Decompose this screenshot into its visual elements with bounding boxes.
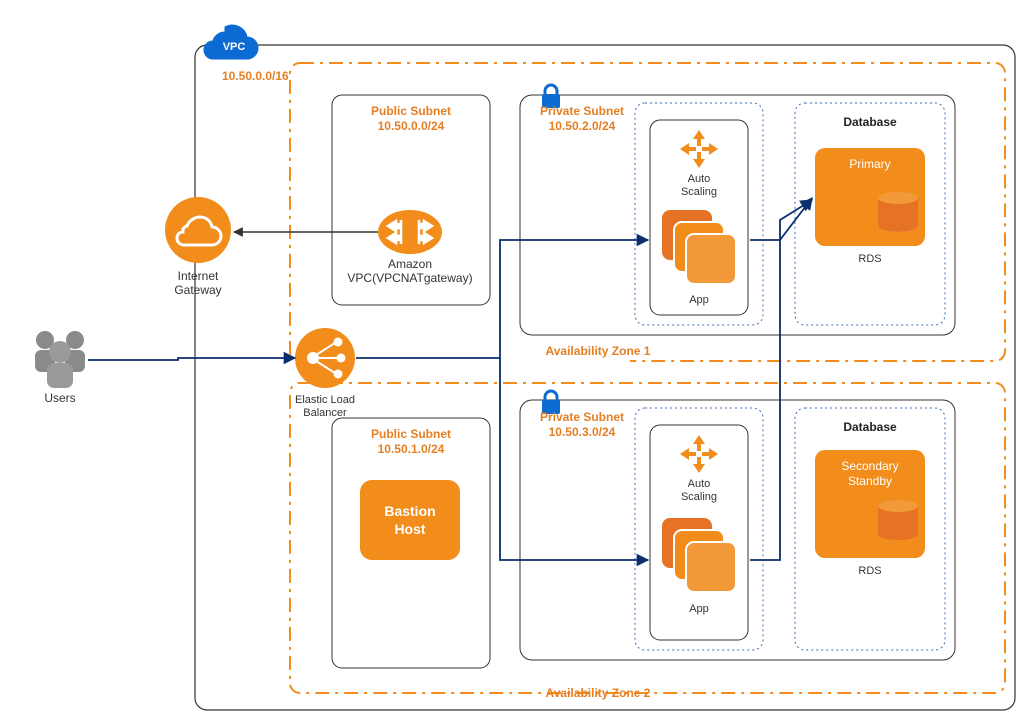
bastion-label1: Bastion <box>384 503 435 519</box>
users-icon: Users <box>35 331 85 405</box>
app-icon-az2 <box>662 518 736 592</box>
private-subnet-az1: Private Subnet 10.50.2.0/24 Auto Scaling… <box>520 85 955 335</box>
elb-label2: Balancer <box>303 407 347 419</box>
public-subnet-az2-cidr: 10.50.1.0/24 <box>378 442 445 456</box>
conn-elb-app2 <box>500 358 648 560</box>
private-subnet-az1-cidr: 10.50.2.0/24 <box>549 119 616 133</box>
conn-app2-rds <box>750 200 812 560</box>
private-subnet-az2: Private Subnet 10.50.3.0/24 Auto Scaling… <box>520 391 955 660</box>
architecture-diagram: VPC 10.50.0.0/16 Availability Zone 1 Ava… <box>0 0 1035 724</box>
database-az2-grouplabel: Database <box>843 420 897 434</box>
nat-gateway-icon: Amazon VPC(VPCNATgateway) <box>347 210 472 285</box>
private-subnet-az2-title: Private Subnet <box>540 410 624 424</box>
auto-scaling-icon-az2 <box>680 435 718 473</box>
public-subnet-az1-cidr: 10.50.0.0/24 <box>378 119 445 133</box>
public-subnet-az2: Public Subnet 10.50.1.0/24 Bastion Host <box>332 418 490 668</box>
igw-label2: Gateway <box>174 283 221 297</box>
auto-scaling-icon-az1 <box>680 130 718 168</box>
az1-label: Availability Zone 1 <box>546 344 651 358</box>
autoscaling-az2-label2: Scaling <box>681 491 717 503</box>
nat-label2: VPC(VPCNATgateway) <box>347 271 472 285</box>
rds-primary: Primary RDS <box>815 148 925 265</box>
bastion-label2: Host <box>394 521 425 537</box>
autoscaling-az1-label1: Auto <box>688 173 711 185</box>
vpc-badge-text: VPC <box>223 41 246 53</box>
app-az2-label: App <box>689 603 709 615</box>
rds-secondary: Secondary Standby RDS <box>815 450 925 577</box>
vpc-badge: VPC <box>204 25 258 59</box>
autoscaling-az1-label2: Scaling <box>681 186 717 198</box>
rds-primary-label: Primary <box>849 157 890 171</box>
rds-secondary-label2: Standby <box>848 474 892 488</box>
users-label: Users <box>44 391 75 405</box>
public-subnet-az1-title: Public Subnet <box>371 104 451 118</box>
public-subnet-az1: Public Subnet 10.50.0.0/24 Amazon VPC(VP… <box>332 95 490 305</box>
elb-icon: Elastic Load Balancer <box>295 328 355 419</box>
rds-primary-rdslabel: RDS <box>858 253 881 265</box>
database-az1-grouplabel: Database <box>843 115 897 129</box>
private-subnet-az1-title: Private Subnet <box>540 104 624 118</box>
az2-label: Availability Zone 2 <box>546 686 651 700</box>
elb-label1: Elastic Load <box>295 394 355 406</box>
vpc-cidr: 10.50.0.0/16 <box>222 69 289 83</box>
internet-gateway-icon: Internet Gateway <box>165 197 231 297</box>
app-icon-az1 <box>662 210 736 284</box>
private-subnet-az2-cidr: 10.50.3.0/24 <box>549 425 616 439</box>
app-az1-label: App <box>689 294 709 306</box>
igw-label1: Internet <box>178 269 219 283</box>
rds-secondary-label1: Secondary <box>841 459 898 473</box>
autoscaling-az2-label1: Auto <box>688 478 711 490</box>
nat-label1: Amazon <box>388 257 432 271</box>
conn-users-elb <box>88 358 295 360</box>
rds-secondary-rdslabel: RDS <box>858 565 881 577</box>
public-subnet-az2-title: Public Subnet <box>371 427 451 441</box>
